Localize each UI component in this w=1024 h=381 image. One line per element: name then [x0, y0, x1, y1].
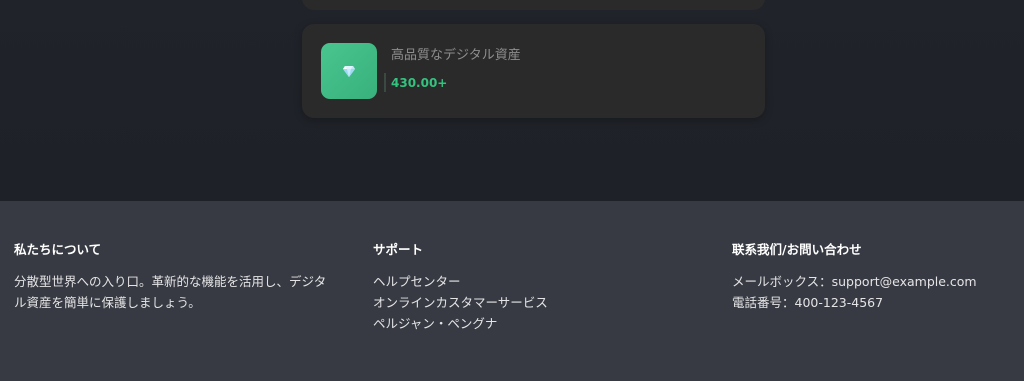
footer-contact-column: 联系我们/お問い合わせ メールボックス：support@example.com … — [732, 241, 1022, 313]
pelujan-link[interactable]: ペルジャン・ペングナ — [373, 313, 673, 334]
footer-about-column: 私たちについて 分散型世界への入り口。革新的な機能を活用し、デジタル資産を簡単に… — [14, 241, 334, 313]
contact-phone: 電話番号：400-123-4567 — [732, 295, 884, 310]
gem-icon — [343, 62, 355, 81]
footer-contact-heading: 联系我们/お問い合わせ — [732, 242, 862, 257]
product-thumbnail — [321, 43, 377, 99]
previous-product-card[interactable] — [302, 0, 765, 10]
product-price: 430.00+ — [391, 76, 448, 90]
product-card[interactable]: 高品質なデジタル資産 430.00+ — [302, 24, 765, 118]
footer-about-heading: 私たちについて — [14, 242, 102, 257]
help-center-link[interactable]: ヘルプセンター — [373, 271, 673, 292]
price-divider — [384, 73, 386, 92]
footer-support-column: サポート ヘルプセンター オンラインカスタマーサービス ペルジャン・ペングナ — [373, 241, 673, 334]
footer-about-text: 分散型世界への入り口。革新的な機能を活用し、デジタル資産を簡単に保護しましょう。 — [14, 274, 327, 310]
page: 高品質なデジタル資産 430.00+ 私たちについて 分散型世界への入り口。革新… — [0, 0, 1024, 381]
contact-email: メールボックス：support@example.com — [732, 274, 977, 289]
footer-support-heading: サポート — [373, 242, 424, 257]
product-list-section: 高品質なデジタル資産 430.00+ — [0, 0, 1024, 201]
site-footer: 私たちについて 分散型世界への入り口。革新的な機能を活用し、デジタル資産を簡単に… — [0, 201, 1024, 381]
product-title: 高品質なデジタル資産 — [391, 48, 521, 63]
online-customer-service-link[interactable]: オンラインカスタマーサービス — [373, 292, 673, 313]
